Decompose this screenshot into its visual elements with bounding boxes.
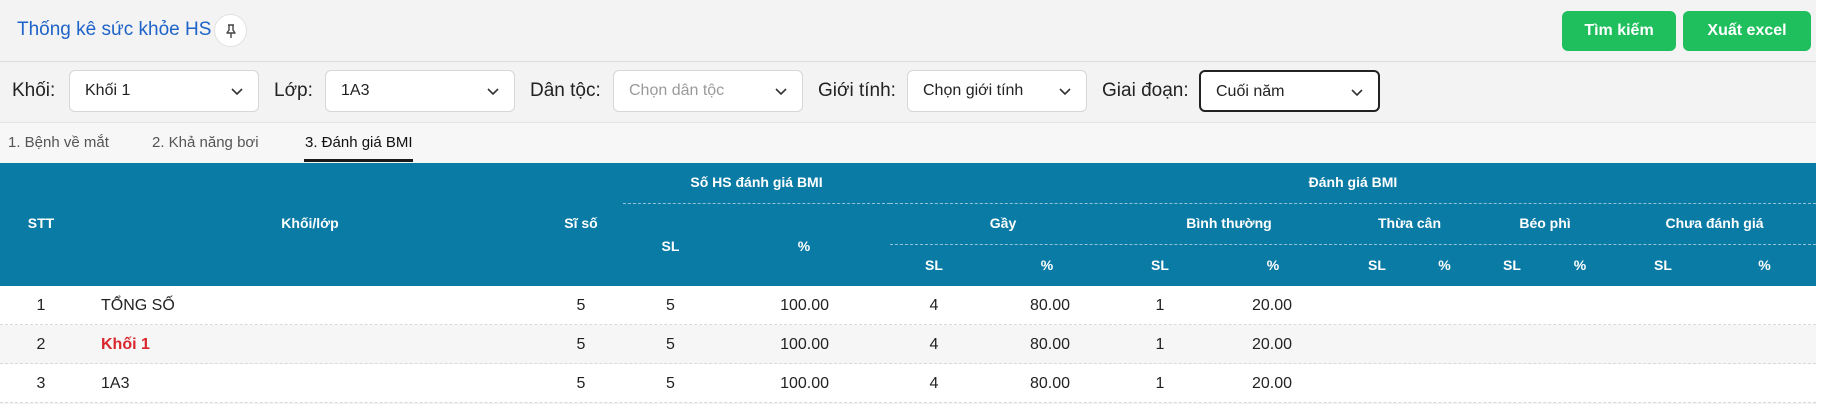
cell-gay-pct: 80.00 <box>1029 297 1070 314</box>
col-danh-gia-bmi: Đánh giá BMI <box>1308 174 1398 190</box>
cell-bt-sl: 1 <box>1155 375 1165 392</box>
table-row[interactable]: 1 TỔNG SỐ 5 5 100.00 4 80.00 1 20.00 <box>0 286 1816 325</box>
chevron-down-icon <box>1351 89 1363 97</box>
col-bt-pct: % <box>1266 257 1280 273</box>
lop-label: Lớp: <box>274 80 313 101</box>
col-gay: Gầy <box>989 215 1017 231</box>
header-divider <box>623 203 890 204</box>
lop-select[interactable]: 1A3 <box>325 70 515 112</box>
cell-siso: 5 <box>576 336 586 353</box>
cell-stt: 3 <box>36 375 46 392</box>
col-chua-danh-gia: Chưa đánh giá <box>1665 215 1764 231</box>
cell-bt-pct: 20.00 <box>1251 297 1292 314</box>
cell-name: 1A3 <box>101 375 130 392</box>
cell-stt: 1 <box>36 297 46 314</box>
col-so-hs-danh-gia: Số HS đánh giá BMI <box>690 174 823 190</box>
col-beo-phi-pct: % <box>1573 257 1587 273</box>
cell-bt-pct: 20.00 <box>1251 375 1292 392</box>
page: Thống kê sức khỏe HS Tìm kiếm Xuất excel… <box>0 0 1821 408</box>
col-thua-can: Thừa cân <box>1377 215 1442 231</box>
giaidoan-value: Cuối năm <box>1216 83 1285 100</box>
cell-gay-sl: 4 <box>929 375 939 392</box>
cell-gay-pct: 80.00 <box>1029 336 1070 353</box>
tab-kha-nang-boi[interactable]: 2. Khả năng bơi <box>152 134 259 151</box>
table-header: STT Khối/lớp Sĩ số Số HS đánh giá BMI SL… <box>0 163 1816 286</box>
cell-stt: 2 <box>36 336 46 353</box>
col-thua-can-pct: % <box>1438 257 1451 273</box>
giaidoan-label: Giai đoạn: <box>1102 80 1189 101</box>
cell-sl: 5 <box>666 297 675 314</box>
search-button[interactable]: Tìm kiếm <box>1562 11 1676 51</box>
cell-name: TỔNG SỐ <box>101 297 175 314</box>
col-so-hs-pct: % <box>797 238 811 254</box>
col-gay-sl: SL <box>925 257 943 273</box>
cell-pct: 100.00 <box>780 375 829 392</box>
active-tab-indicator <box>304 159 413 162</box>
col-chua-dg-sl: SL <box>1654 257 1672 273</box>
cell-siso: 5 <box>576 297 586 314</box>
khoi-select[interactable]: Khối 1 <box>69 70 259 112</box>
tab-benh-ve-mat[interactable]: 1. Bệnh về mắt <box>8 134 109 151</box>
cell-pct: 100.00 <box>780 336 829 353</box>
chevron-down-icon <box>1059 88 1071 96</box>
tab-danh-gia-bmi[interactable]: 3. Đánh giá BMI <box>305 134 413 151</box>
gioitinh-label: Giới tính: <box>818 80 896 101</box>
col-gay-pct: % <box>1040 257 1054 273</box>
tab-bar: 1. Bệnh về mắt 2. Khả năng bơi 3. Đánh g… <box>0 122 1816 163</box>
cell-name: Khối 1 <box>101 336 150 353</box>
page-title: Thống kê sức khỏe HS <box>17 19 212 40</box>
table-body: 1 TỔNG SỐ 5 5 100.00 4 80.00 1 20.00 2 K… <box>0 286 1816 404</box>
gioitinh-value: Chọn giới tính <box>923 82 1024 99</box>
gioitinh-select[interactable]: Chọn giới tính <box>907 70 1087 112</box>
header-divider <box>890 203 1816 204</box>
col-beo-phi-sl: SL <box>1503 257 1521 273</box>
col-bt-sl: SL <box>1151 257 1169 273</box>
cell-bt-pct: 20.00 <box>1251 336 1292 353</box>
chevron-down-icon <box>487 88 499 96</box>
khoi-label: Khối: <box>12 80 56 101</box>
cell-bt-sl: 1 <box>1155 297 1165 314</box>
page-header: Thống kê sức khỏe HS Tìm kiếm Xuất excel <box>0 0 1816 62</box>
cell-gay-sl: 4 <box>929 297 939 314</box>
table-row[interactable]: 2 Khối 1 5 5 100.00 4 80.00 1 20.00 <box>0 325 1816 364</box>
chevron-down-icon <box>775 88 787 96</box>
col-chua-dg-pct: % <box>1758 257 1771 273</box>
col-beo-phi: Béo phì <box>1519 215 1571 231</box>
cell-sl: 5 <box>666 336 675 353</box>
cell-bt-sl: 1 <box>1155 336 1165 353</box>
lop-value: 1A3 <box>341 82 370 99</box>
report-panel: Thống kê sức khỏe HS Tìm kiếm Xuất excel… <box>0 0 1816 404</box>
col-binh-thuong: Bình thường <box>1186 215 1272 231</box>
cell-sl: 5 <box>666 375 675 392</box>
col-khoilop: Khối/lớp <box>281 215 339 231</box>
col-so-hs-sl: SL <box>661 238 680 254</box>
khoi-value: Khối 1 <box>85 82 131 99</box>
dantoc-label: Dân tộc: <box>530 80 601 101</box>
pin-icon <box>225 23 236 38</box>
cell-gay-pct: 80.00 <box>1029 375 1070 392</box>
col-stt: STT <box>27 215 55 231</box>
dantoc-select[interactable]: Chọn dân tộc <box>613 70 803 112</box>
col-thua-can-sl: SL <box>1368 257 1386 273</box>
cell-gay-sl: 4 <box>929 336 939 353</box>
chevron-down-icon <box>231 88 243 96</box>
dantoc-placeholder: Chọn dân tộc <box>629 82 725 99</box>
giaidoan-select[interactable]: Cuối năm <box>1199 70 1380 112</box>
filter-bar: Khối: Khối 1 Lớp: 1A3 Dân tộc: Chọn dân … <box>0 62 1816 122</box>
cell-siso: 5 <box>576 375 586 392</box>
header-divider <box>890 244 1816 245</box>
export-excel-button[interactable]: Xuất excel <box>1683 11 1811 51</box>
pin-button[interactable] <box>214 14 247 47</box>
col-siso: Sĩ số <box>564 215 598 231</box>
cell-pct: 100.00 <box>780 297 829 314</box>
table-row[interactable]: 3 1A3 5 5 100.00 4 80.00 1 20.00 <box>0 364 1816 403</box>
